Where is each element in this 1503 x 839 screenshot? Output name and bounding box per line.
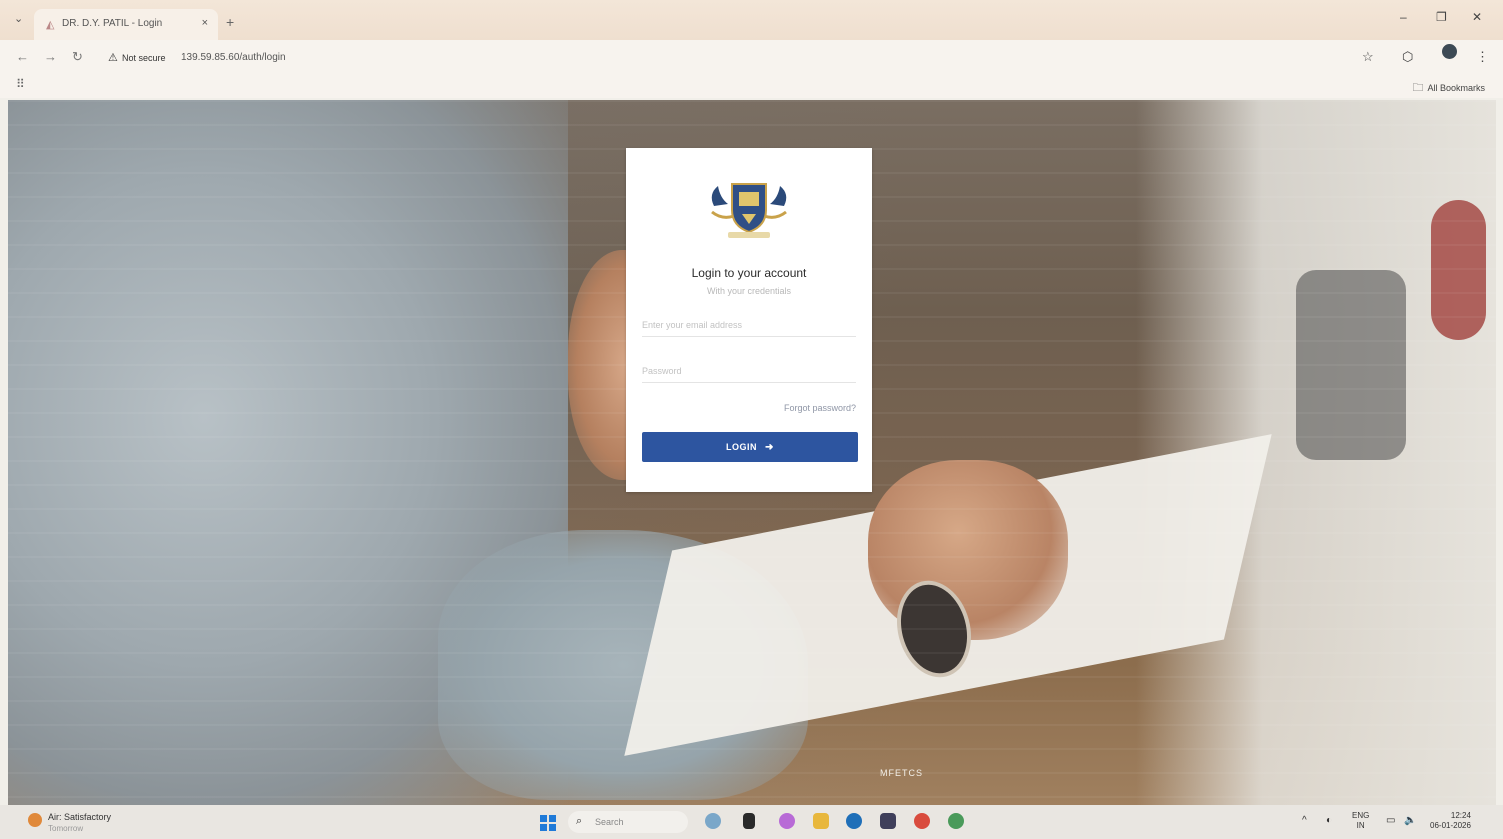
login-title: Login to your account — [691, 266, 807, 280]
tab-title: DR. D.Y. PATIL - Login — [62, 18, 163, 29]
new-tab-button[interactable]: + — [226, 14, 234, 30]
all-bookmarks-label: All Bookmarks — [1427, 83, 1485, 93]
background-photo-red-object — [1431, 200, 1486, 340]
institution-logo-icon — [711, 183, 787, 238]
arrow-right-icon: ➜ — [765, 441, 774, 453]
folder-icon: 🗀 — [1412, 82, 1424, 94]
site-favicon-icon: ◭ — [46, 19, 55, 31]
browser-tab-strip: ⌄ ◭ DR. D.Y. PATIL - Login × + – ❐ ✕ — [0, 0, 1503, 40]
all-bookmarks-button[interactable]: 🗀 All Bookmarks — [1412, 79, 1485, 98]
weather-subtitle: Tomorrow — [48, 824, 84, 833]
back-arrow-icon[interactable]: ← — [16, 49, 29, 64]
weather-title[interactable]: Air: Satisfactory — [48, 812, 111, 822]
store-app-icon[interactable] — [880, 813, 896, 829]
apps-grid-icon[interactable]: ⠿ — [16, 77, 25, 91]
taskbar-search-placeholder: Search — [595, 817, 624, 827]
password-field[interactable] — [642, 360, 856, 383]
network-icon[interactable]: ◐ — [1326, 815, 1332, 826]
restore-button[interactable]: ❐ — [1436, 10, 1447, 24]
language-code: ENG — [1352, 811, 1370, 820]
windows-start-icon[interactable] — [540, 815, 556, 831]
login-button-label: LOGIN — [726, 441, 758, 452]
minimize-button[interactable]: – — [1400, 10, 1407, 24]
close-window-button[interactable]: ✕ — [1472, 10, 1482, 24]
forgot-password-link[interactable]: Forgot password? — [784, 403, 856, 413]
reload-icon[interactable]: ↻ — [72, 49, 83, 65]
background-photo-chair — [1296, 270, 1406, 460]
warning-icon: ⚠ — [108, 52, 118, 64]
tab-close-icon[interactable]: × — [202, 17, 208, 29]
clock-date: 06-01-2026 — [1430, 821, 1471, 830]
windows-taskbar: Air: Satisfactory Tomorrow ⌕ Search ^ ◐ … — [0, 805, 1503, 839]
widgets-app-icon[interactable] — [705, 813, 721, 829]
profile-avatar[interactable] — [1442, 44, 1457, 59]
volume-icon[interactable]: 🔈 — [1404, 815, 1416, 826]
copilot-icon[interactable] — [779, 813, 795, 829]
bookmarks-bar: ⠿ 🗀 All Bookmarks — [0, 76, 1503, 98]
tray-chevron-up-icon[interactable]: ^ — [1302, 815, 1307, 826]
weather-icon[interactable] — [28, 813, 42, 827]
background-photo-watch — [886, 572, 982, 686]
app-l-icon[interactable] — [743, 813, 755, 829]
taskbar-clock[interactable]: 12:24 06-01-2026 — [1430, 811, 1471, 831]
forward-arrow-icon[interactable]: → — [44, 49, 57, 64]
background-photo-arm — [438, 530, 808, 800]
url-text[interactable]: 139.59.85.60/auth/login — [181, 52, 286, 63]
background-photo-writing-hand — [868, 460, 1068, 640]
chrome-icon[interactable] — [914, 813, 930, 829]
display-icon[interactable]: ▭ — [1386, 815, 1395, 826]
search-icon: ⌕ — [576, 815, 583, 827]
clock-time: 12:24 — [1450, 811, 1471, 820]
login-card: Login to your account With your credenti… — [626, 148, 872, 492]
login-subtitle: With your credentials — [706, 286, 792, 296]
address-bar[interactable]: ⚠ Not secure 139.59.85.60/auth/login — [100, 47, 1340, 69]
browser-menu-icon[interactable]: ⋮ — [1476, 49, 1489, 65]
background-photo-sleeve — [8, 100, 568, 805]
login-button[interactable]: LOGIN ➜ — [642, 432, 858, 462]
file-explorer-icon[interactable] — [813, 813, 829, 829]
browser-toolbar: ← → ↻ ⚠ Not secure 139.59.85.60/auth/log… — [0, 40, 1503, 76]
browser-tab-login[interactable]: ◭ DR. D.Y. PATIL - Login × — [34, 9, 218, 40]
edge-browser-icon[interactable] — [846, 813, 862, 829]
language-indicator[interactable]: ENG IN — [1352, 811, 1369, 831]
chrome-profile-icon[interactable] — [948, 813, 964, 829]
extensions-icon[interactable]: ⬡ — [1402, 49, 1413, 65]
email-field[interactable] — [642, 314, 856, 337]
page-footer-text: MFETCS — [880, 768, 923, 778]
region-code: IN — [1356, 821, 1365, 830]
taskbar-search-box[interactable]: ⌕ Search — [568, 811, 688, 833]
tab-search-icon[interactable]: ⌄ — [14, 12, 23, 25]
bookmark-star-icon[interactable]: ☆ — [1362, 49, 1374, 65]
security-indicator[interactable]: Not secure — [122, 53, 166, 63]
background-photo-window — [1136, 100, 1496, 805]
